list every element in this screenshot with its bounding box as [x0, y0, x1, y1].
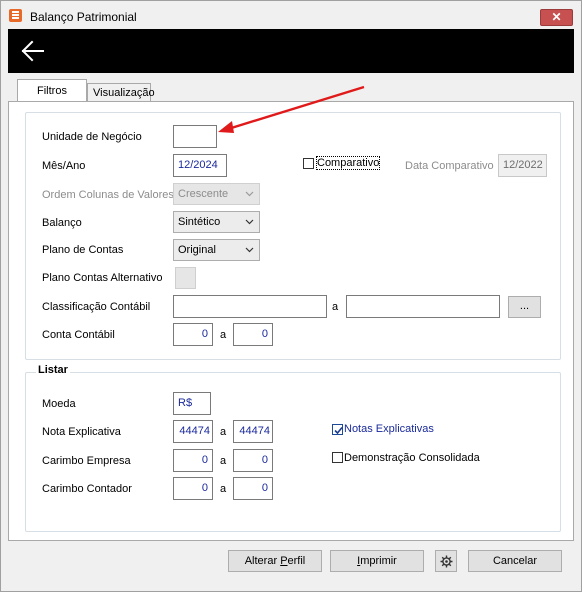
mes-ano-input[interactable]: 12/2024 [173, 154, 227, 177]
carimbo-empresa-label: Carimbo Empresa [42, 455, 131, 467]
title-bar: Balanço Patrimonial ✕ [1, 1, 581, 29]
carimbo-contador-to-input[interactable]: 0 [233, 477, 273, 500]
carimbo-contador-label: Carimbo Contador [42, 483, 132, 495]
classificacao-separator: a [332, 301, 339, 313]
comparativo-checkbox[interactable] [303, 158, 314, 169]
carimbo-empresa-to-input[interactable]: 0 [233, 449, 273, 472]
listar-title: Listar [36, 364, 70, 376]
carimbo-empresa-separator: a [220, 455, 227, 467]
mes-ano-label: Mês/Ano [42, 160, 86, 172]
notas-explicativas-label[interactable]: Notas Explicativas [344, 423, 434, 435]
nota-separator: a [220, 426, 227, 438]
window: Balanço Patrimonial ✕ Filtros Visualizaç… [0, 0, 582, 592]
nota-label: Nota Explicativa [42, 426, 121, 438]
tab-filtros[interactable]: Filtros [17, 79, 87, 101]
plano-label: Plano de Contas [42, 244, 124, 256]
plano-value: Original [178, 244, 216, 256]
ordem-value: Crescente [178, 188, 229, 200]
gear-icon [440, 555, 453, 568]
comparativo-label[interactable]: Comparativo [315, 156, 381, 170]
cancelar-button[interactable]: Cancelar [468, 550, 562, 572]
checkmark-icon [334, 426, 343, 435]
ordem-select: Crescente [173, 183, 260, 205]
browse-button[interactable]: ... [508, 296, 541, 318]
data-comparativo-label: Data Comparativo [405, 160, 494, 172]
app-icon [9, 9, 22, 22]
notas-explicativas-checkbox[interactable] [332, 424, 343, 435]
conta-to-input[interactable]: 0 [233, 323, 273, 346]
imprimir-button[interactable]: Imprimir [330, 550, 424, 572]
demonstracao-consolidada-checkbox[interactable] [332, 452, 343, 463]
nota-from-input[interactable]: 44474 [173, 420, 213, 443]
carimbo-contador-separator: a [220, 483, 227, 495]
unidade-label: Unidade de Negócio [42, 131, 142, 143]
tab-visualizacao[interactable]: Visualização [87, 83, 155, 102]
conta-separator: a [220, 329, 227, 341]
unidade-input[interactable] [173, 125, 217, 148]
header-bar [8, 29, 574, 73]
filters-groupbox [25, 112, 561, 360]
plano-alt-button [175, 267, 196, 289]
balanco-label: Balanço [42, 217, 82, 229]
window-title: Balanço Patrimonial [30, 10, 137, 24]
nota-to-input[interactable]: 44474 [233, 420, 273, 443]
moeda-input[interactable]: R$ [173, 392, 211, 415]
close-button[interactable]: ✕ [540, 9, 573, 26]
chevron-down-icon [245, 219, 254, 225]
carimbo-contador-from-input[interactable]: 0 [173, 477, 213, 500]
classificacao-from-input[interactable] [173, 295, 327, 318]
settings-button[interactable] [435, 550, 457, 572]
chevron-down-icon [245, 191, 254, 197]
back-arrow-icon[interactable] [21, 40, 45, 62]
data-comparativo-input: 12/2022 [498, 154, 547, 177]
plano-alt-label: Plano Contas Alternativo [42, 272, 163, 284]
chevron-down-icon [245, 247, 254, 253]
alterar-perfil-button[interactable]: Alterar Perfil [228, 550, 322, 572]
tab-panel-filtros: Unidade de Negócio Mês/Ano 12/2024 Compa… [8, 101, 574, 541]
listar-groupbox: Listar [25, 364, 561, 532]
balanco-select[interactable]: Sintético [173, 211, 260, 233]
moeda-label: Moeda [42, 398, 76, 410]
classificacao-label: Classificação Contábil [42, 301, 151, 313]
ordem-label: Ordem Colunas de Valores [42, 189, 174, 201]
conta-from-input[interactable]: 0 [173, 323, 213, 346]
balanco-value: Sintético [178, 216, 221, 228]
conta-label: Conta Contábil [42, 329, 115, 341]
carimbo-empresa-from-input[interactable]: 0 [173, 449, 213, 472]
classificacao-to-input[interactable] [346, 295, 500, 318]
demonstracao-consolidada-label[interactable]: Demonstração Consolidada [344, 452, 480, 464]
plano-select[interactable]: Original [173, 239, 260, 261]
